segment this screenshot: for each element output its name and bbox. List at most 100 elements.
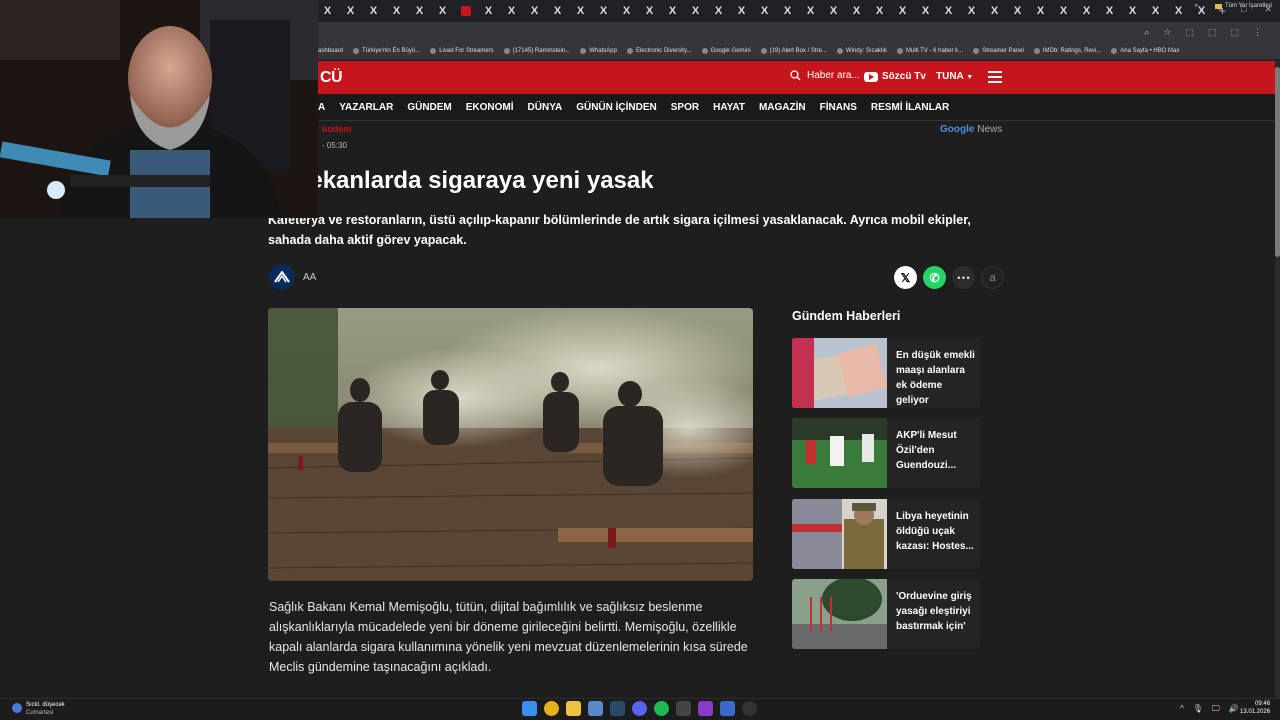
browser-tab[interactable]: X xyxy=(753,0,776,22)
google-news-link[interactable]: Google News xyxy=(940,124,1002,135)
app-icon[interactable] xyxy=(588,701,603,716)
page-scrollbar[interactable] xyxy=(1275,61,1280,698)
browser-tab[interactable]: X xyxy=(385,0,408,22)
tray-overflow-icon[interactable]: ^ xyxy=(1180,704,1184,714)
browser-tab[interactable]: X xyxy=(569,0,592,22)
browser-tab[interactable]: X xyxy=(1098,0,1121,22)
browser-tab[interactable]: X xyxy=(1144,0,1167,22)
tv-link[interactable]: Sözcü Tv xyxy=(864,71,926,82)
bookmark-item[interactable]: Streamer Panel xyxy=(973,47,1024,54)
nav-item[interactable]: HAYAT xyxy=(713,102,745,113)
hamburger-menu-icon[interactable] xyxy=(988,71,1002,83)
browser-tab[interactable]: X xyxy=(316,0,339,22)
steam-icon[interactable] xyxy=(610,701,625,716)
zoom-icon[interactable]: ⌕ xyxy=(1144,27,1149,38)
browser-tab[interactable]: X xyxy=(730,0,753,22)
bookmark-item[interactable]: (17145) Rammstein... xyxy=(503,47,570,54)
obs-icon[interactable] xyxy=(742,701,757,716)
extension-icon[interactable]: ⬚ xyxy=(1208,27,1217,38)
sidebar-news-item[interactable]: 'Orduevine giriş yasağı eleştiriyi bastı… xyxy=(792,579,980,649)
user-menu[interactable]: TUNA ▼ xyxy=(936,71,973,82)
extension-icon[interactable]: ⬚ xyxy=(1185,27,1194,38)
windows-start-icon[interactable] xyxy=(522,701,537,716)
nav-item[interactable]: MAGAZİN xyxy=(759,102,806,113)
spotify-icon[interactable] xyxy=(654,701,669,716)
microphone-icon[interactable]: 🎙 xyxy=(1193,704,1203,714)
browser-menu-icon[interactable]: ⋮ xyxy=(1253,27,1262,38)
nav-item[interactable]: SPOR xyxy=(671,102,699,113)
bookmark-item[interactable]: Multi TV - 6 haber k... xyxy=(896,47,963,54)
chrome-icon[interactable] xyxy=(544,701,559,716)
all-bookmarks[interactable]: » Tüm Yer İşaretleri xyxy=(1195,3,1272,9)
browser-tab[interactable]: X xyxy=(960,0,983,22)
site-logo[interactable]: CÜ xyxy=(320,69,343,87)
profile-icon[interactable]: ⬚ xyxy=(1230,27,1239,38)
discord-icon[interactable] xyxy=(632,701,647,716)
browser-tab[interactable]: X xyxy=(661,0,684,22)
bookmark-item[interactable]: WhatsApp xyxy=(580,47,617,54)
volume-icon[interactable]: 🔊 xyxy=(1229,704,1239,714)
browser-tab[interactable]: X xyxy=(1167,0,1190,22)
browser-tab[interactable]: X xyxy=(500,0,523,22)
share-more-button[interactable]: ⋯ xyxy=(952,266,975,289)
bookmark-item[interactable]: Windy: Sıcaklık xyxy=(836,47,887,54)
browser-tab[interactable]: X xyxy=(523,0,546,22)
bookmarks-overflow[interactable]: » xyxy=(1195,3,1198,9)
browser-tab[interactable]: X xyxy=(914,0,937,22)
browser-tab[interactable]: X xyxy=(1052,0,1075,22)
app-icon[interactable] xyxy=(720,701,735,716)
browser-tab[interactable]: X xyxy=(822,0,845,22)
browser-tab[interactable]: X xyxy=(1029,0,1052,22)
browser-tab[interactable]: X xyxy=(983,0,1006,22)
bookmark-item[interactable]: Livad For Streamers xyxy=(430,47,494,54)
browser-tab[interactable]: X xyxy=(937,0,960,22)
bookmark-item[interactable]: Electronic Diversity... xyxy=(626,47,692,54)
taskbar-clock[interactable]: 09:46 13.01.2026 xyxy=(1240,700,1270,716)
sidebar-news-item[interactable]: En düşük emekli maaşı alanlara ek ödeme … xyxy=(792,338,980,408)
browser-tab[interactable]: X xyxy=(431,0,454,22)
browser-tab[interactable]: X xyxy=(1121,0,1144,22)
browser-tab[interactable]: X xyxy=(845,0,868,22)
search-box[interactable]: Haber ara... xyxy=(790,70,860,81)
browser-tab[interactable]: X xyxy=(408,0,431,22)
nav-item[interactable]: EKONOMİ xyxy=(466,102,514,113)
display-icon[interactable]: 🖵 xyxy=(1212,704,1220,714)
bookmark-item[interactable]: Türkiye'nin En Büyü... xyxy=(353,47,420,54)
app-icon[interactable] xyxy=(676,701,691,716)
sidebar-news-item[interactable]: AKP'li Mesut Özil'den Guendouzi... xyxy=(792,418,980,488)
nav-item[interactable]: YAZARLAR xyxy=(339,102,393,113)
browser-tab[interactable]: X xyxy=(546,0,569,22)
nav-item[interactable]: DÜNYA xyxy=(528,102,563,113)
bookmark-item[interactable]: (19) Alert Box / Stre... xyxy=(760,47,827,54)
browser-tab[interactable]: X xyxy=(776,0,799,22)
browser-tab[interactable]: X xyxy=(615,0,638,22)
browser-tab[interactable]: X xyxy=(477,0,500,22)
nav-item[interactable]: FİNANS xyxy=(820,102,857,113)
browser-tab[interactable]: X xyxy=(1075,0,1098,22)
font-size-button[interactable]: a xyxy=(981,266,1004,289)
scrollbar-thumb[interactable] xyxy=(1275,67,1280,257)
nav-item[interactable]: GÜNDEM xyxy=(407,102,451,113)
browser-tab[interactable]: X xyxy=(638,0,661,22)
browser-tab[interactable]: X xyxy=(799,0,822,22)
share-whatsapp-button[interactable]: ✆ xyxy=(923,266,946,289)
bookmark-star-icon[interactable]: ☆ xyxy=(1163,27,1171,38)
browser-tab[interactable]: X xyxy=(891,0,914,22)
file-explorer-icon[interactable] xyxy=(566,701,581,716)
nav-item[interactable]: A xyxy=(318,102,325,113)
weather-widget[interactable]: Sıckl. düşecek Cumartesi xyxy=(12,701,65,717)
bookmark-item[interactable]: ashboard xyxy=(318,48,343,54)
browser-tab[interactable]: X xyxy=(1006,0,1029,22)
sidebar-news-item[interactable]: Libya heyetinin öldüğü uçak kazası: Host… xyxy=(792,499,980,569)
browser-tab[interactable]: X xyxy=(868,0,891,22)
bookmark-item[interactable]: IMDb: Ratings, Revi... xyxy=(1033,47,1101,54)
article-source[interactable]: AA xyxy=(269,264,316,290)
browser-tab[interactable]: X xyxy=(362,0,385,22)
article-category[interactable]: ündem xyxy=(322,124,352,134)
bookmark-item[interactable]: Google Gemini xyxy=(701,47,751,54)
browser-tab[interactable]: X xyxy=(592,0,615,22)
share-x-button[interactable]: 𝕏 xyxy=(894,266,917,289)
nav-item[interactable]: RESMİ İLANLAR xyxy=(871,102,949,113)
bookmark-item[interactable]: Ana Sayfa • HBO Max xyxy=(1111,47,1179,54)
app-icon[interactable] xyxy=(698,701,713,716)
